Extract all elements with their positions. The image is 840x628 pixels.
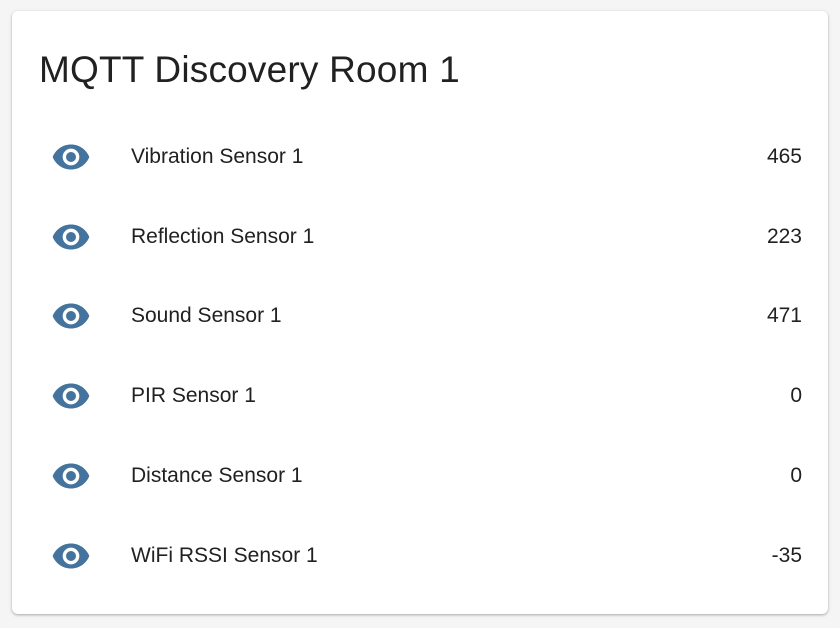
entity-name[interactable]: WiFi RSSI Sensor 1 xyxy=(131,544,318,568)
entity-state: 465 xyxy=(766,144,802,168)
entity-list: Vibration Sensor 1 465 Reflection Sensor… xyxy=(12,117,828,596)
eye-icon[interactable] xyxy=(51,536,91,576)
entity-name[interactable]: Distance Sensor 1 xyxy=(131,464,303,488)
eye-icon[interactable] xyxy=(51,137,91,177)
entity-state: 471 xyxy=(766,304,802,328)
entity-state: 223 xyxy=(766,224,802,248)
entity-state: 0 xyxy=(790,384,802,408)
entity-row-wifi-rssi-sensor[interactable]: WiFi RSSI Sensor 1 -35 xyxy=(12,516,828,596)
eye-icon[interactable] xyxy=(51,296,91,336)
eye-icon[interactable] xyxy=(51,376,91,416)
entity-row-pir-sensor[interactable]: PIR Sensor 1 0 xyxy=(12,356,828,436)
eye-icon[interactable] xyxy=(51,456,91,496)
entity-name[interactable]: Reflection Sensor 1 xyxy=(131,225,314,249)
entity-row-vibration-sensor[interactable]: Vibration Sensor 1 465 xyxy=(12,117,828,197)
entity-name[interactable]: Vibration Sensor 1 xyxy=(131,145,303,169)
entities-card: MQTT Discovery Room 1 Vibration Sensor 1… xyxy=(12,11,828,614)
entity-name[interactable]: PIR Sensor 1 xyxy=(131,384,256,408)
entity-state: 0 xyxy=(790,464,802,488)
entity-row-distance-sensor[interactable]: Distance Sensor 1 0 xyxy=(12,436,828,516)
entity-row-reflection-sensor[interactable]: Reflection Sensor 1 223 xyxy=(12,197,828,277)
entity-row-sound-sensor[interactable]: Sound Sensor 1 471 xyxy=(12,277,828,357)
eye-icon[interactable] xyxy=(51,217,91,257)
card-title: MQTT Discovery Room 1 xyxy=(39,49,460,90)
entity-name[interactable]: Sound Sensor 1 xyxy=(131,304,282,328)
entity-state: -35 xyxy=(771,543,802,567)
